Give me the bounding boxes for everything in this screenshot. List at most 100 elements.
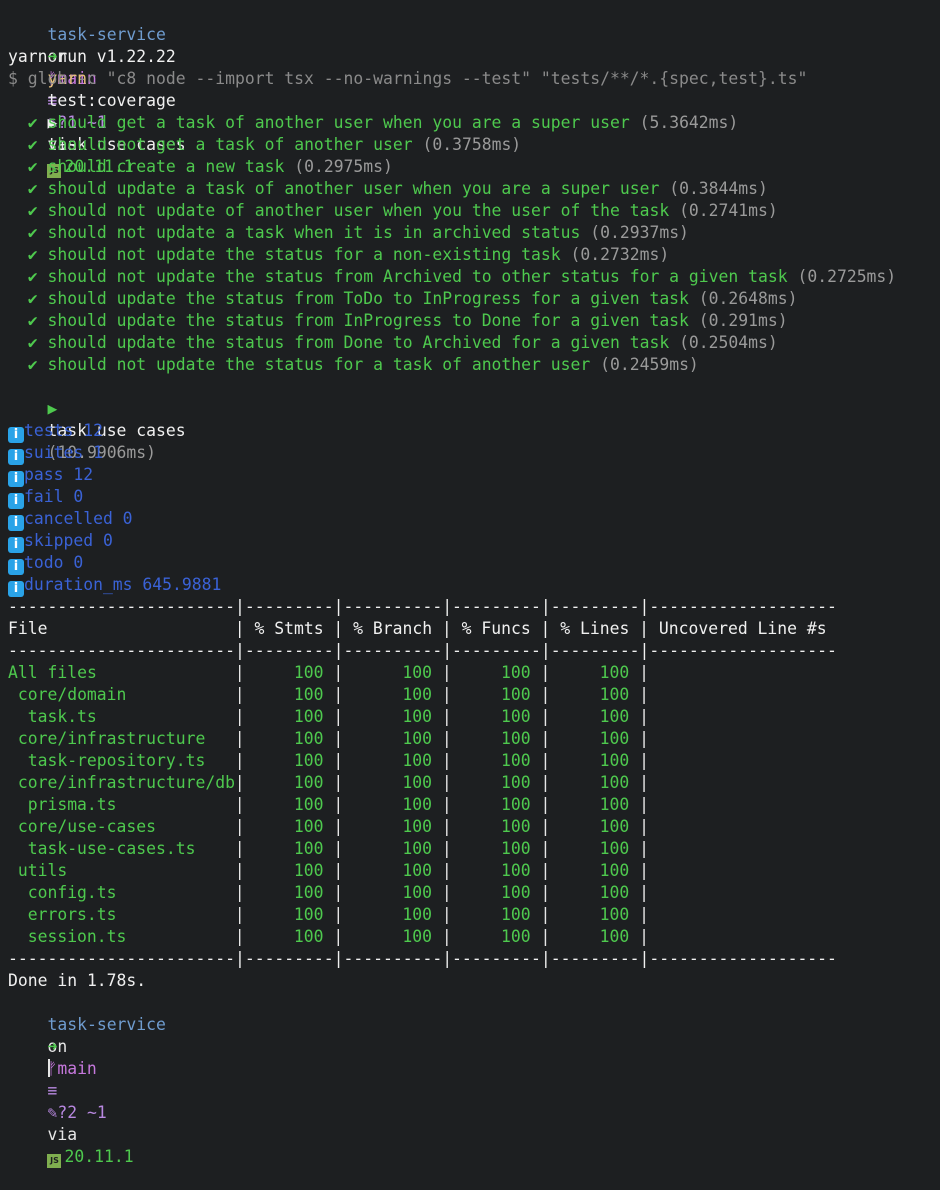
stat-value: skipped 0 (24, 531, 113, 550)
test-result: ✔ should get a task of another user when… (8, 112, 940, 134)
nodejs-icon: JS (47, 1154, 62, 1168)
test-duration: (0.2732ms) (570, 245, 670, 264)
test-result: ✔ should create a new task (0.2975ms) (8, 156, 940, 178)
stat-value: tests 12 (24, 421, 103, 440)
coverage-file: prisma.ts (27, 795, 117, 814)
stat-value: suites 1 (24, 443, 103, 462)
command-args: test:coverage (47, 91, 176, 110)
coverage-file: All files (8, 663, 97, 682)
coverage-stmts: 100 (293, 663, 324, 682)
coverage-lines: 100 (599, 751, 630, 770)
check-icon: ✔ (27, 245, 38, 264)
test-duration: (5.3642ms) (639, 113, 739, 132)
coverage-stmts: 100 (293, 905, 324, 924)
coverage-row: config.ts | 100 | 100 | 100 | 100 | (8, 882, 940, 904)
coverage-file: core/infrastructure (17, 729, 206, 748)
info-icon: i (8, 515, 24, 531)
coverage-stmts: 100 (293, 729, 324, 748)
coverage-branch: 100 (402, 773, 432, 792)
test-label: should not update the status for a non-e… (47, 245, 561, 264)
coverage-row: core/infrastructure | 100 | 100 | 100 | 100 | (8, 728, 940, 750)
check-icon: ✔ (27, 355, 38, 374)
coverage-stmts: 100 (293, 883, 324, 902)
stat-line: i duration_ms 645.9881 (8, 574, 940, 597)
check-icon: ✔ (27, 201, 38, 220)
coverage-funcs: 100 (500, 817, 531, 836)
test-label: should not update of another user when y… (47, 201, 670, 220)
test-results: ✔ should get a task of another user when… (8, 112, 940, 376)
stat-value: fail 0 (24, 487, 84, 506)
test-duration: (0.3758ms) (422, 135, 522, 154)
coverage-lines: 100 (599, 883, 630, 902)
coverage-funcs: 100 (500, 773, 531, 792)
coverage-row: task-use-cases.ts | 100 | 100 | 100 | 100 | (8, 838, 940, 860)
coverage-funcs: 100 (500, 861, 531, 880)
coverage-funcs: 100 (500, 905, 531, 924)
stat-value: pass 12 (24, 465, 94, 484)
test-label: should update a task of another user whe… (47, 179, 660, 198)
coverage-branch: 100 (402, 751, 432, 770)
table-header: File | % Stmts | % Branch | % Funcs | % Line… (8, 619, 827, 638)
coverage-funcs: 100 (500, 707, 531, 726)
coverage-file: utils (17, 861, 68, 880)
check-icon: ✔ (27, 289, 38, 308)
coverage-table: -----------------------|---------|------… (8, 596, 940, 970)
check-icon: ✔ (27, 157, 38, 176)
test-result: ✔ should not update the status for a non… (8, 244, 940, 266)
info-icon: i (8, 493, 24, 509)
edit-icon: ✎ (47, 1103, 58, 1122)
terminal[interactable]: task-service on ᚠmain ≡ ✎?1 ~1 via JS 20.… (0, 0, 940, 1168)
coverage-row: core/infrastructure/db| 100 | 100 | 100 | 100 | (8, 772, 940, 794)
prompt-directory: task-service (47, 25, 166, 44)
stat-line: i pass 12 (8, 464, 940, 487)
test-label: should update the status from ToDo to In… (47, 289, 689, 308)
check-icon: ✔ (27, 311, 38, 330)
coverage-file: task-use-cases.ts (27, 839, 196, 858)
coverage-funcs: 100 (500, 663, 531, 682)
coverage-file: config.ts (27, 883, 117, 902)
info-icon: i (8, 449, 24, 465)
coverage-lines: 100 (599, 817, 630, 836)
stat-value: cancelled 0 (24, 509, 133, 528)
coverage-stmts: 100 (293, 817, 324, 836)
test-label: should get a task of another user when y… (47, 113, 630, 132)
prompt-stash: ≡ (47, 1081, 58, 1100)
check-icon: ✔ (27, 113, 38, 132)
coverage-row: core/domain | 100 | 100 | 100 | 100 | (8, 684, 940, 706)
coverage-lines: 100 (599, 685, 630, 704)
test-result: ✔ should not get a task of another user … (8, 134, 940, 156)
coverage-branch: 100 (402, 839, 432, 858)
coverage-row: errors.ts | 100 | 100 | 100 | 100 | (8, 904, 940, 926)
prompt-node-version: 20.11.1 (64, 1147, 134, 1166)
shell-prompt-2: task-service on ᚠmain ≡ ✎?2 ~1 via JS 20.… (8, 992, 940, 1168)
test-duration: (0.2459ms) (600, 355, 699, 374)
coverage-branch: 100 (402, 707, 432, 726)
coverage-stmts: 100 (293, 751, 324, 770)
text-cursor[interactable] (48, 1059, 51, 1077)
coverage-lines: 100 (599, 927, 630, 946)
coverage-funcs: 100 (500, 729, 531, 748)
test-duration: (0.2975ms) (294, 157, 393, 176)
coverage-row: task-repository.ts | 100 | 100 | 100 | 100 | (8, 750, 940, 772)
check-icon: ✔ (27, 267, 38, 286)
coverage-stmts: 100 (293, 795, 324, 814)
coverage-row: All files | 100 | 100 | 100 | 100 | (8, 663, 649, 682)
info-icon: i (8, 581, 24, 597)
coverage-lines: 100 (599, 729, 630, 748)
glob-command: $ glob -c "c8 node --import tsx --no-war… (8, 69, 808, 88)
coverage-lines: 100 (599, 773, 630, 792)
coverage-branch: 100 (402, 905, 432, 924)
coverage-file: core/infrastructure/db (17, 773, 235, 792)
coverage-file: core/use-cases (17, 817, 157, 836)
column-header: Uncovered Line #s (658, 619, 827, 638)
coverage-file: task.ts (27, 707, 97, 726)
stat-line: i fail 0 (8, 486, 940, 509)
coverage-branch: 100 (402, 861, 432, 880)
info-icon: i (8, 559, 24, 575)
column-header: % Stmts (254, 619, 324, 638)
prompt-git-status: ?2 ~1 (57, 1103, 107, 1122)
coverage-funcs: 100 (500, 927, 531, 946)
test-result: ✔ should update the status from InProgre… (8, 310, 940, 332)
coverage-lines: 100 (599, 905, 630, 924)
column-header: File (8, 619, 48, 638)
